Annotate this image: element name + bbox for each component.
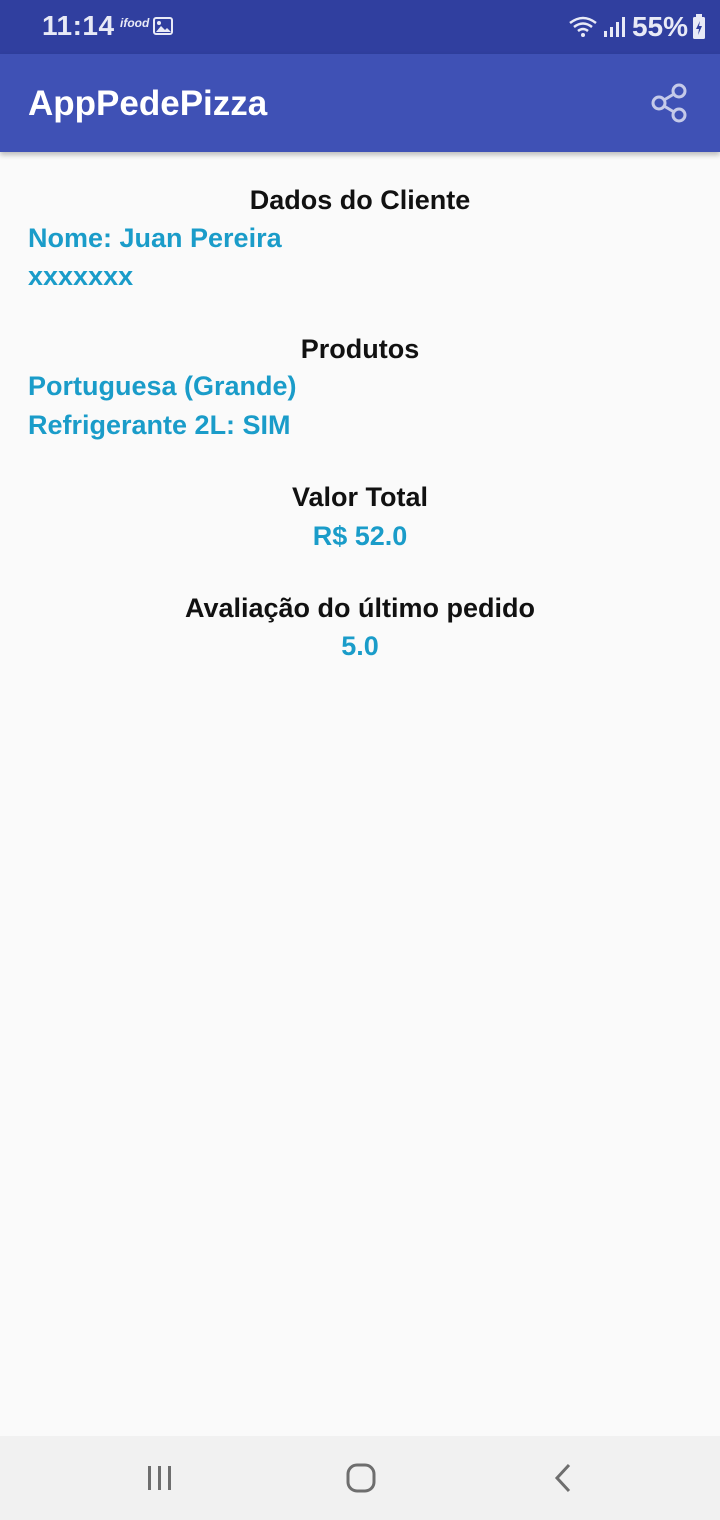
signal-icon	[603, 17, 625, 37]
home-button[interactable]	[339, 1456, 383, 1500]
customer-heading: Dados do Cliente	[249, 185, 471, 215]
home-icon	[346, 1463, 376, 1493]
image-notification-icon	[153, 17, 173, 35]
status-indicators: 55%	[568, 10, 706, 44]
rating-heading: Avaliação do último pedido	[184, 593, 536, 623]
recent-apps-icon	[148, 1466, 171, 1490]
product-item: Refrigerante 2L: SIM	[28, 410, 291, 440]
total-heading: Valor Total	[291, 482, 429, 512]
status-bar: 11:14 ifood 55%	[0, 0, 720, 54]
app-bar: AppPedePizza	[0, 54, 720, 152]
back-icon	[554, 1463, 571, 1493]
battery-percentage: 55%	[631, 11, 688, 42]
rating-value: 5.0	[341, 631, 379, 661]
customer-phone: xxxxxxx	[28, 261, 134, 291]
battery-charging-icon	[693, 14, 705, 39]
navigation-bar	[0, 1436, 720, 1520]
total-value: R$ 52.0	[312, 521, 408, 551]
products-heading: Produtos	[300, 334, 420, 364]
status-time: 11:14	[42, 10, 115, 41]
recent-apps-button[interactable]	[138, 1456, 182, 1500]
wifi-icon	[569, 16, 597, 37]
app-title: AppPedePizza	[28, 84, 268, 123]
share-button[interactable]	[646, 80, 692, 126]
ifood-notification-icon: ifood	[120, 16, 150, 30]
customer-name: Nome: Juan Pereira	[28, 223, 282, 253]
back-button[interactable]	[541, 1456, 585, 1500]
share-icon	[651, 83, 687, 123]
product-item: Portuguesa (Grande)	[28, 371, 297, 401]
